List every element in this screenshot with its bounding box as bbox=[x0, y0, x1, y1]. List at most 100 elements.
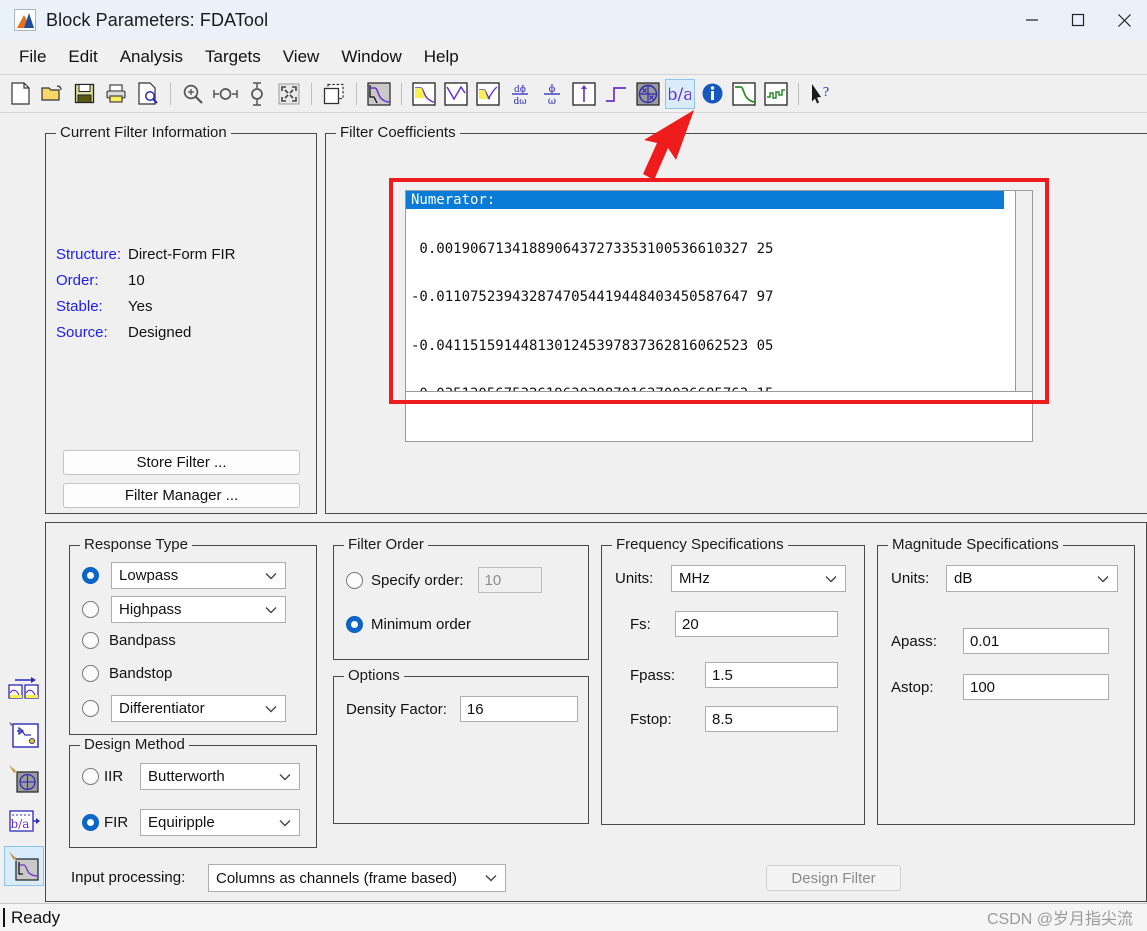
structure-value: Direct-Form FIR bbox=[128, 246, 236, 263]
response-type-option-highpass[interactable]: Highpass bbox=[82, 596, 286, 623]
watermark-text: CSDN @岁月指尖流 bbox=[986, 911, 1133, 928]
menu-view[interactable]: View bbox=[272, 44, 331, 70]
stable-label: Stable: bbox=[56, 298, 103, 315]
apass-input[interactable]: 0.01 bbox=[963, 628, 1109, 654]
input-processing-select[interactable]: Columns as channels (frame based) bbox=[208, 864, 506, 892]
response-type-option-bandpass[interactable]: Bandpass bbox=[82, 632, 176, 649]
print-icon[interactable] bbox=[101, 79, 131, 109]
design-method-group: Design Method IIR Butterworth FIR Equiri… bbox=[69, 736, 317, 848]
differentiator-select[interactable]: Differentiator bbox=[111, 695, 286, 722]
filter-order-group: Filter Order Specify order: 10 Minimum o… bbox=[333, 536, 589, 660]
chevron-down-icon bbox=[265, 601, 277, 618]
zoom-y-icon[interactable] bbox=[242, 79, 272, 109]
density-factor-input[interactable]: 16 bbox=[459, 696, 578, 722]
frequency-units-select[interactable]: MHz bbox=[671, 565, 846, 592]
radio-specify-order[interactable] bbox=[346, 571, 363, 589]
design-filter-button[interactable]: Design Filter bbox=[766, 865, 901, 891]
impulse-response-icon[interactable] bbox=[569, 79, 599, 109]
magnitude-filled-icon[interactable] bbox=[409, 79, 439, 109]
save-icon[interactable] bbox=[69, 79, 99, 109]
round-off-noise-icon[interactable] bbox=[761, 79, 791, 109]
menu-analysis[interactable]: Analysis bbox=[109, 44, 194, 70]
zoom-x-icon[interactable] bbox=[210, 79, 240, 109]
fs-input[interactable]: 20 bbox=[675, 611, 838, 637]
response-type-option-lowpass[interactable]: Lowpass bbox=[82, 562, 286, 589]
design-method-iir[interactable]: IIR Butterworth bbox=[82, 763, 300, 790]
open-folder-icon[interactable] bbox=[37, 79, 67, 109]
maximize-icon[interactable] bbox=[1055, 0, 1101, 40]
magnitude-response-icon[interactable] bbox=[364, 79, 394, 109]
apass-label: Apass: bbox=[891, 632, 937, 650]
radio-highpass[interactable] bbox=[82, 601, 99, 618]
radio-iir[interactable] bbox=[82, 768, 99, 785]
fir-method-select[interactable]: Equiripple bbox=[140, 809, 300, 836]
iir-label: IIR bbox=[104, 768, 124, 785]
chevron-down-icon bbox=[279, 768, 291, 785]
zoom-in-icon[interactable] bbox=[178, 79, 208, 109]
import-filter-icon[interactable]: b/a bbox=[4, 802, 44, 842]
magnitude-units-value: dB bbox=[954, 570, 973, 587]
new-file-icon[interactable] bbox=[5, 79, 35, 109]
store-filter-button[interactable]: Store Filter ... bbox=[63, 450, 300, 475]
radio-minimum-order[interactable] bbox=[346, 616, 363, 633]
zoom-fit-icon[interactable] bbox=[274, 79, 304, 109]
response-type-option-bandstop[interactable]: Bandstop bbox=[82, 665, 172, 682]
lowpass-select[interactable]: Lowpass bbox=[111, 562, 286, 589]
specify-order-input[interactable]: 10 bbox=[477, 567, 542, 593]
copy-figure-icon[interactable] bbox=[319, 79, 349, 109]
iir-method-select[interactable]: Butterworth bbox=[140, 763, 300, 790]
fir-method-value: Equiripple bbox=[148, 814, 215, 831]
input-processing-label: Input processing: bbox=[71, 869, 186, 886]
radio-bandpass[interactable] bbox=[82, 632, 99, 649]
pole-zero-editor-icon[interactable] bbox=[4, 758, 44, 798]
filter-order-minimum-row[interactable]: Minimum order bbox=[346, 616, 471, 633]
window-controls bbox=[1009, 0, 1147, 40]
highpass-select[interactable]: Highpass bbox=[111, 596, 286, 623]
help-pointer-icon[interactable]: ? bbox=[806, 79, 836, 109]
filter-order-specify-row[interactable]: Specify order: 10 bbox=[346, 567, 542, 593]
radio-differentiator[interactable] bbox=[82, 700, 99, 717]
menu-window[interactable]: Window bbox=[330, 44, 412, 70]
frequency-units-row: Units: MHz bbox=[615, 565, 846, 592]
coefficients-text-area[interactable]: Numerator: 0.001906713418890643727335310… bbox=[405, 190, 1033, 392]
close-icon[interactable] bbox=[1101, 0, 1147, 40]
magnitude-phase-icon[interactable] bbox=[473, 79, 503, 109]
title-bar: Block Parameters: FDATool bbox=[0, 0, 1147, 40]
menu-file[interactable]: File bbox=[8, 44, 57, 70]
fpass-input[interactable]: 1.5 bbox=[705, 662, 838, 688]
lowpass-label: Lowpass bbox=[119, 567, 179, 584]
menu-bar: File Edit Analysis Targets View Window H… bbox=[0, 40, 1147, 74]
filter-manager-button[interactable]: Filter Manager ... bbox=[63, 483, 300, 508]
astop-input[interactable]: 100 bbox=[963, 674, 1109, 700]
coefficients-scrollbar[interactable] bbox=[1015, 191, 1032, 391]
filter-coefficients-icon[interactable]: [b/a] bbox=[665, 78, 695, 109]
fstop-input[interactable]: 8.5 bbox=[705, 706, 838, 732]
pole-zero-icon[interactable] bbox=[633, 79, 663, 109]
radio-lowpass[interactable] bbox=[82, 567, 99, 584]
magnitude-estimate-icon[interactable] bbox=[729, 79, 759, 109]
convert-structure-icon[interactable] bbox=[4, 670, 44, 710]
phase-delay-icon[interactable]: ɸω bbox=[537, 79, 567, 109]
toolbar-divider bbox=[311, 82, 312, 105]
radio-fir[interactable] bbox=[82, 814, 99, 831]
svg-text:ɸ: ɸ bbox=[549, 84, 556, 95]
radio-bandstop[interactable] bbox=[82, 665, 99, 682]
design-method-fir[interactable]: FIR Equiripple bbox=[82, 809, 300, 836]
print-preview-icon[interactable] bbox=[133, 79, 163, 109]
phase-response-icon[interactable] bbox=[441, 79, 471, 109]
step-response-icon[interactable] bbox=[601, 79, 631, 109]
minimize-icon[interactable] bbox=[1009, 0, 1055, 40]
design-filter-icon[interactable] bbox=[4, 846, 44, 886]
response-type-option-differentiator[interactable]: Differentiator bbox=[82, 695, 286, 722]
menu-help[interactable]: Help bbox=[413, 44, 470, 70]
chevron-down-icon bbox=[485, 870, 497, 887]
svg-text:b/a: b/a bbox=[11, 817, 30, 831]
current-filter-information-rows: Structure: Direct-Form FIR Order: 10 Sta… bbox=[56, 246, 236, 350]
filter-information-icon[interactable] bbox=[697, 79, 727, 109]
menu-targets[interactable]: Targets bbox=[194, 44, 272, 70]
toolbar-divider bbox=[798, 82, 799, 105]
magnitude-units-select[interactable]: dB bbox=[946, 565, 1118, 592]
menu-edit[interactable]: Edit bbox=[57, 44, 108, 70]
group-delay-icon[interactable]: dɸ dω bbox=[505, 79, 535, 109]
realize-model-icon[interactable] bbox=[4, 714, 44, 754]
